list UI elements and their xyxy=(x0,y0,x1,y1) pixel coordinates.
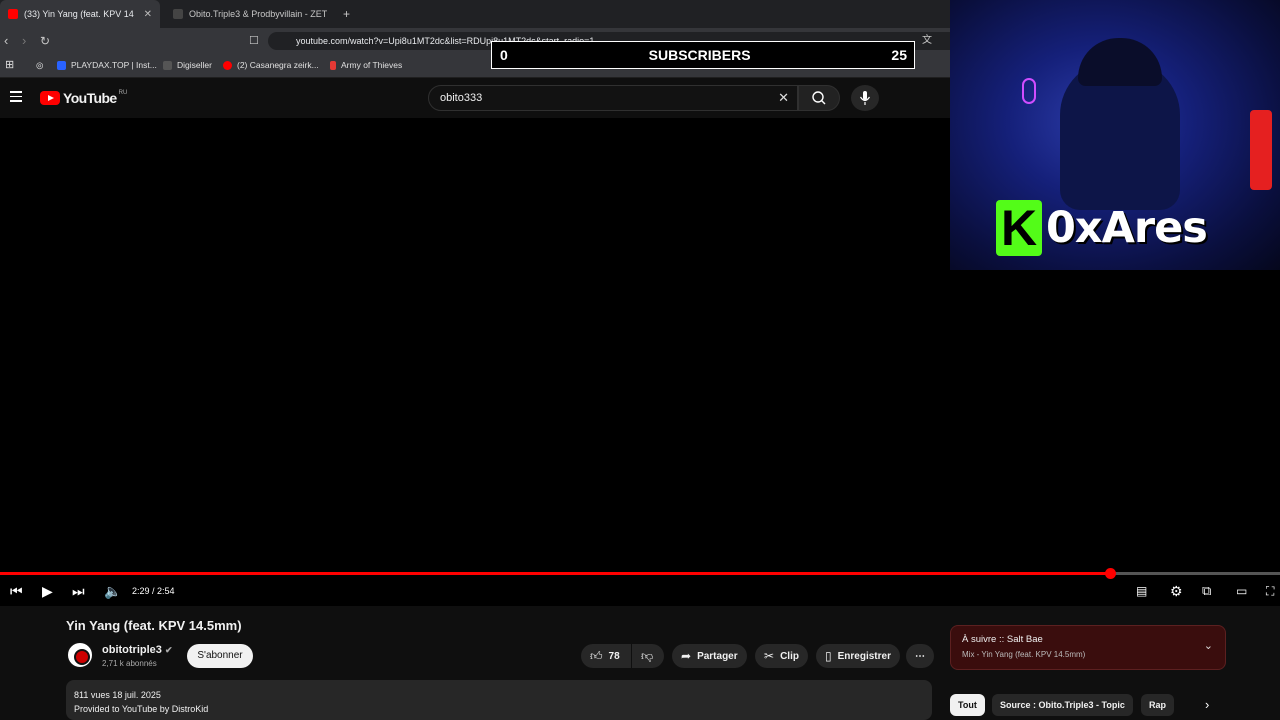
chip-rap[interactable]: Rap xyxy=(1141,694,1175,716)
bookmark-item[interactable]: PLAYDAX.TOP | Inst... xyxy=(57,60,157,70)
previous-icon[interactable]: ⏮ xyxy=(10,583,23,599)
more-dots-icon: ⋯ xyxy=(915,650,925,662)
site-favicon-icon xyxy=(173,9,183,19)
streamer-brand: K 0xAres xyxy=(996,200,1208,256)
video-title: Yin Yang (feat. KPV 14.5mm) xyxy=(66,618,242,633)
channel-name-text: obitotriple3 xyxy=(102,644,162,656)
back-icon[interactable]: ‹ xyxy=(4,33,8,49)
bookmark-favicon-icon xyxy=(223,60,232,70)
bookmark-item[interactable]: Digiseller xyxy=(163,60,212,70)
settings-gear-icon[interactable]: ⚙ xyxy=(1170,583,1183,599)
progress-bar[interactable] xyxy=(0,568,1280,579)
search-icon xyxy=(812,91,826,105)
reload-icon[interactable]: ↻ xyxy=(40,33,50,49)
chip-all[interactable]: Tout xyxy=(950,694,985,716)
progress-fill xyxy=(0,572,1110,575)
chevron-down-icon[interactable]: ⌄ xyxy=(1204,639,1213,652)
chip-source[interactable]: Source : Obito.Triple3 - Topic xyxy=(992,694,1133,716)
forward-icon[interactable]: › xyxy=(22,33,26,49)
clear-search-icon[interactable]: ✕ xyxy=(778,86,789,110)
bookmark-favicon-icon xyxy=(163,60,172,70)
next-icon[interactable]: ⏭ xyxy=(72,583,85,599)
like-button[interactable]: 👍︎ 78 xyxy=(581,644,631,668)
thumbs-down-icon: 👎︎ xyxy=(641,648,654,663)
channel-name[interactable]: obitotriple3 ✔ xyxy=(102,644,173,656)
webcam-overlay: K 0xAres xyxy=(950,0,1280,270)
subtitles-icon[interactable]: ▤ xyxy=(1136,583,1147,599)
clip-label: Clip xyxy=(780,650,799,662)
bookmark-label: (2) Casanegra zeirk... xyxy=(237,60,319,70)
bookmark-item[interactable]: Army of Thieves xyxy=(330,60,402,70)
bookmark-save-icon: ▯ xyxy=(825,649,832,663)
miniplayer-icon[interactable]: ⧉ xyxy=(1202,583,1211,599)
scissors-icon: ✂ xyxy=(764,649,775,663)
up-next-panel[interactable]: À suivre :: Salt Bae Mix - Yin Yang (fea… xyxy=(950,625,1226,670)
tab-label: (33) Yin Yang (feat. KPV 14.5mm) xyxy=(24,9,134,19)
bookmark-label: Army of Thieves xyxy=(341,60,403,70)
like-count: 78 xyxy=(608,650,620,662)
more-actions-button[interactable]: ⋯ xyxy=(906,644,934,668)
clip-button[interactable]: ✂ Clip xyxy=(755,644,808,668)
globe-icon[interactable]: ◎ xyxy=(36,60,43,71)
bookmark-favicon-icon xyxy=(330,60,336,70)
bookmark-star-icon[interactable]: ☐ xyxy=(249,33,259,49)
subs-label: SUBSCRIBERS xyxy=(648,47,751,63)
up-next-title: À suivre :: Salt Bae xyxy=(962,634,1043,645)
share-label: Partager xyxy=(697,650,738,662)
subs-current: 0 xyxy=(500,47,508,63)
subscribe-button[interactable]: S'abonner xyxy=(187,644,253,668)
subscriber-goal-overlay: 0 SUBSCRIBERS 25 xyxy=(491,41,915,69)
youtube-logo[interactable]: YouTube RU xyxy=(40,90,127,106)
share-arrow-icon: ➦ xyxy=(681,649,692,663)
subs-goal: 25 xyxy=(891,47,907,63)
views-date: 811 vues 18 juil. 2025 xyxy=(74,690,161,700)
subscriber-count: 2,71 k abonnés xyxy=(102,659,157,668)
headset-icon xyxy=(1022,78,1036,104)
share-button[interactable]: ➦ Partager xyxy=(672,644,747,668)
verified-icon: ✔ xyxy=(164,645,173,655)
bookmark-label: PLAYDAX.TOP | Inst... xyxy=(71,60,157,70)
up-next-subtitle: Mix - Yin Yang (feat. KPV 14.5mm) xyxy=(962,650,1086,659)
logo-text: YouTube xyxy=(63,90,117,106)
bookmark-favicon-icon xyxy=(57,60,66,70)
time-display: 2:29 / 2:54 xyxy=(132,586,175,596)
microphone-icon xyxy=(859,91,871,105)
bookmark-label: Digiseller xyxy=(177,60,212,70)
browser-tab[interactable]: Obito.Triple3 & Prodbyvillain - ZETS xyxy=(165,0,335,28)
voice-search-button[interactable] xyxy=(851,85,879,111)
channel-avatar[interactable] xyxy=(66,641,94,669)
hamburger-menu-icon[interactable] xyxy=(10,91,22,102)
save-label: Enregistrer xyxy=(837,650,891,662)
bookmark-item[interactable]: (2) Casanegra zeirk... xyxy=(223,60,319,70)
new-tab-button[interactable]: + xyxy=(335,0,358,28)
tab-label: Obito.Triple3 & Prodbyvillain - ZETS xyxy=(189,9,327,19)
description-box[interactable]: 811 vues 18 juil. 2025 Provided to YouTu… xyxy=(66,680,932,720)
play-icon[interactable]: ▶ xyxy=(42,583,53,599)
red-light xyxy=(1250,110,1272,190)
search-value: obito333 xyxy=(440,92,483,104)
cap-shape xyxy=(1078,38,1162,86)
search-button[interactable] xyxy=(798,85,840,111)
streamer-name: 0xAres xyxy=(1046,203,1208,253)
provided-by: Provided to YouTube by DistroKid xyxy=(74,704,209,714)
close-tab-icon[interactable]: ✕ xyxy=(144,9,152,20)
translate-icon[interactable]: 文 xyxy=(922,33,932,49)
save-button[interactable]: ▯ Enregistrer xyxy=(816,644,900,668)
logo-region: RU xyxy=(118,90,128,96)
browser-tab-active[interactable]: (33) Yin Yang (feat. KPV 14.5mm) ✕ xyxy=(0,0,160,28)
scrubber-handle[interactable] xyxy=(1104,568,1116,579)
thumbs-up-icon: 👍︎ xyxy=(590,648,603,663)
chevron-right-icon[interactable]: › xyxy=(1205,697,1209,712)
search-input[interactable]: obito333 ✕ xyxy=(428,85,798,111)
fullscreen-icon[interactable]: ⛶ xyxy=(1266,583,1274,599)
youtube-favicon-icon xyxy=(8,9,18,19)
dislike-button[interactable]: 👎︎ xyxy=(632,644,664,668)
youtube-header: YouTube RU obito333 ✕ xyxy=(0,78,950,118)
theater-mode-icon[interactable]: ▭ xyxy=(1236,583,1247,599)
kick-logo-icon: K xyxy=(996,200,1042,256)
volume-icon[interactable]: 🔈 xyxy=(104,583,121,599)
youtube-play-logo-icon xyxy=(40,91,60,105)
apps-grid-icon[interactable]: ⊞ xyxy=(5,58,14,71)
